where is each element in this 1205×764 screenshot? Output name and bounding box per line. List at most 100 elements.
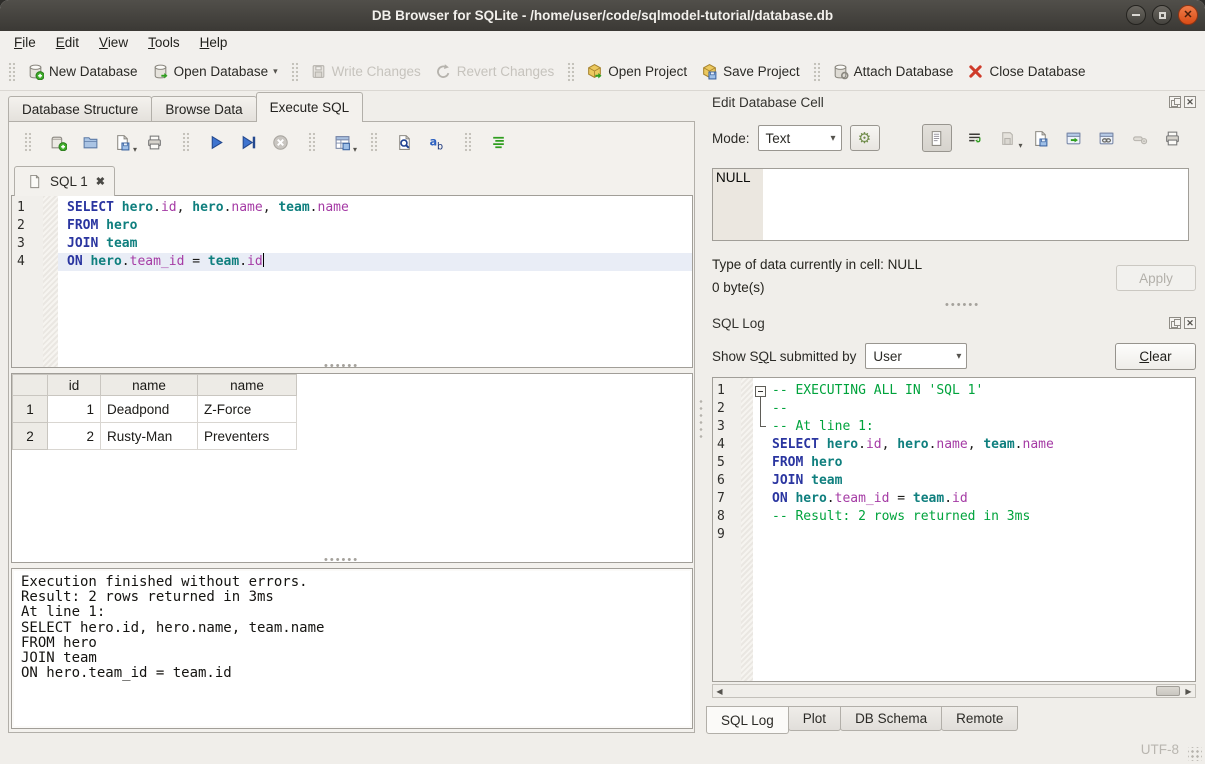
titlebar[interactable]: DB Browser for SQLite - /home/user/code/… [0, 0, 1205, 32]
menu-help[interactable]: Help [190, 34, 238, 51]
execute-all-icon[interactable] [206, 132, 226, 152]
close-button[interactable]: ✕ [1178, 5, 1198, 25]
mode-select[interactable]: Text ▾ [758, 125, 842, 151]
close-database-button[interactable]: Close Database [960, 59, 1092, 84]
dropdown-caret-icon[interactable]: ▾ [273, 66, 278, 80]
vertical-splitter-handle[interactable] [698, 398, 704, 442]
minimize-button[interactable] [1126, 5, 1146, 25]
editor-line-text: JOIN team [58, 235, 692, 253]
scrollbar-thumb[interactable] [1156, 686, 1180, 696]
menu-edit[interactable]: Edit [46, 34, 89, 51]
table-row[interactable]: 11DeadpondZ-Force [13, 396, 297, 423]
column-header-id[interactable]: id [48, 375, 101, 396]
column-header-name[interactable]: name [101, 375, 198, 396]
sql-tab-close-icon[interactable]: ✖ [96, 175, 105, 188]
tab-db-schema[interactable]: DB Schema [840, 706, 942, 731]
tab-plot[interactable]: Plot [788, 706, 841, 731]
editor-line[interactable]: 4ON hero.team_id = team.id [12, 253, 692, 271]
open-project-button[interactable]: Open Project [579, 59, 694, 84]
close-icon[interactable]: ✕ [1184, 96, 1196, 108]
splitter-handle[interactable]: •••••• [945, 303, 980, 307]
open-sql-file-icon[interactable] [80, 132, 100, 152]
tab-sql-log[interactable]: SQL Log [706, 706, 789, 734]
print-icon[interactable] [1163, 128, 1183, 148]
save-sql-file-icon[interactable]: ▾ [112, 132, 132, 152]
menu-file[interactable]: File [4, 34, 46, 51]
corner-header[interactable] [13, 375, 48, 396]
log-fold-margin [741, 490, 753, 508]
save-as-icon[interactable] [1031, 128, 1051, 148]
autocomplete-icon[interactable]: ab [426, 132, 446, 152]
write-changes-button: Write Changes [303, 59, 428, 84]
sql-toolbar: ▾▾ab [12, 126, 691, 158]
sql-log-view[interactable]: 1-- EXECUTING ALL IN 'SQL 1'2--3-- At li… [712, 377, 1196, 682]
stop-icon [270, 132, 290, 152]
tab-execute-sql[interactable]: Execute SQL [256, 92, 364, 122]
cell-editor[interactable]: NULL [712, 168, 1189, 241]
editor-line[interactable]: 2FROM hero [12, 217, 692, 235]
fold-marker[interactable] [753, 382, 769, 400]
tab-database-structure[interactable]: Database Structure [8, 96, 152, 122]
print-icon[interactable] [144, 132, 164, 152]
results-grid[interactable]: idnamename11DeadpondZ-Force22Rusty-ManPr… [11, 373, 693, 563]
export-data-icon[interactable] [1064, 128, 1084, 148]
close-database-icon [967, 63, 984, 80]
maximize-button[interactable] [1152, 5, 1172, 25]
results-header-row: idnamename [13, 375, 297, 396]
new-database-icon [27, 63, 44, 80]
editor-line[interactable]: 3JOIN team [12, 235, 692, 253]
horizontal-scrollbar[interactable]: ◀ ▶ [712, 684, 1196, 698]
execute-current-line-icon[interactable] [238, 132, 258, 152]
menu-view[interactable]: View [89, 34, 138, 51]
column-header-name[interactable]: name [198, 375, 297, 396]
sql-editor-tab[interactable]: SQL 1 ✖ [14, 166, 115, 196]
clear-button[interactable]: Clear [1115, 343, 1196, 370]
open-database-button[interactable]: Open Database▾ [145, 59, 285, 84]
close-icon[interactable]: ✕ [1184, 317, 1196, 329]
table-row[interactable]: 22Rusty-ManPreventers [13, 423, 297, 450]
toolbar-separator [290, 61, 298, 83]
attach-database-icon [832, 63, 849, 80]
apply-button[interactable]: Apply [1116, 265, 1196, 291]
new-database-button[interactable]: New Database [20, 59, 145, 84]
text-mode-icon[interactable] [922, 124, 952, 152]
fold-collapse-icon[interactable] [755, 386, 766, 397]
table-cell[interactable]: Z-Force [198, 396, 297, 423]
auto-apply-button[interactable]: ⚙ [850, 125, 880, 151]
format-sql-icon[interactable] [488, 132, 508, 152]
scrollbar-track[interactable] [726, 685, 1182, 697]
word-wrap-icon[interactable] [965, 128, 985, 148]
find-icon[interactable] [394, 132, 414, 152]
row-header[interactable]: 2 [13, 423, 48, 450]
editor-line[interactable]: 1SELECT hero.id, hero.name, team.name [12, 199, 692, 217]
scroll-left-icon[interactable]: ◀ [713, 687, 726, 696]
table-cell[interactable]: 2 [48, 423, 101, 450]
log-line-text: -- EXECUTING ALL IN 'SQL 1' [769, 382, 983, 400]
export-csv-icon[interactable]: ▾ [332, 132, 352, 152]
table-cell[interactable]: Preventers [198, 423, 297, 450]
table-cell[interactable]: 1 [48, 396, 101, 423]
save-project-button[interactable]: Save Project [694, 59, 807, 84]
dropdown-caret-icon: ▾ [1019, 141, 1023, 150]
scroll-right-icon[interactable]: ▶ [1182, 687, 1195, 696]
splitter-handle[interactable]: •••••• [324, 558, 359, 562]
copy-link-icon[interactable] [1097, 128, 1117, 148]
dropdown-caret-icon: ▾ [133, 145, 137, 154]
attach-database-button[interactable]: Attach Database [825, 59, 961, 84]
tab-remote[interactable]: Remote [941, 706, 1018, 731]
sql-editor[interactable]: 1SELECT hero.id, hero.name, team.name2FR… [11, 195, 693, 368]
sql-log-panel-header: SQL Log ✕ [712, 314, 1196, 332]
toolbar-separator [463, 131, 471, 153]
float-icon[interactable] [1169, 96, 1181, 108]
table-cell[interactable]: Deadpond [101, 396, 198, 423]
menu-tools[interactable]: Tools [138, 34, 190, 51]
tab-browse-data[interactable]: Browse Data [151, 96, 256, 122]
resize-grip[interactable] [1188, 747, 1202, 761]
row-header[interactable]: 1 [13, 396, 48, 423]
float-icon[interactable] [1169, 317, 1181, 329]
log-source-select[interactable]: User ▾ [865, 343, 967, 369]
new-tab-icon[interactable] [48, 132, 68, 152]
splitter-handle[interactable]: •••••• [324, 364, 359, 368]
edit-cell-mode-row: Mode: Text ▾ ⚙ ▾ [712, 124, 1196, 152]
table-cell[interactable]: Rusty-Man [101, 423, 198, 450]
